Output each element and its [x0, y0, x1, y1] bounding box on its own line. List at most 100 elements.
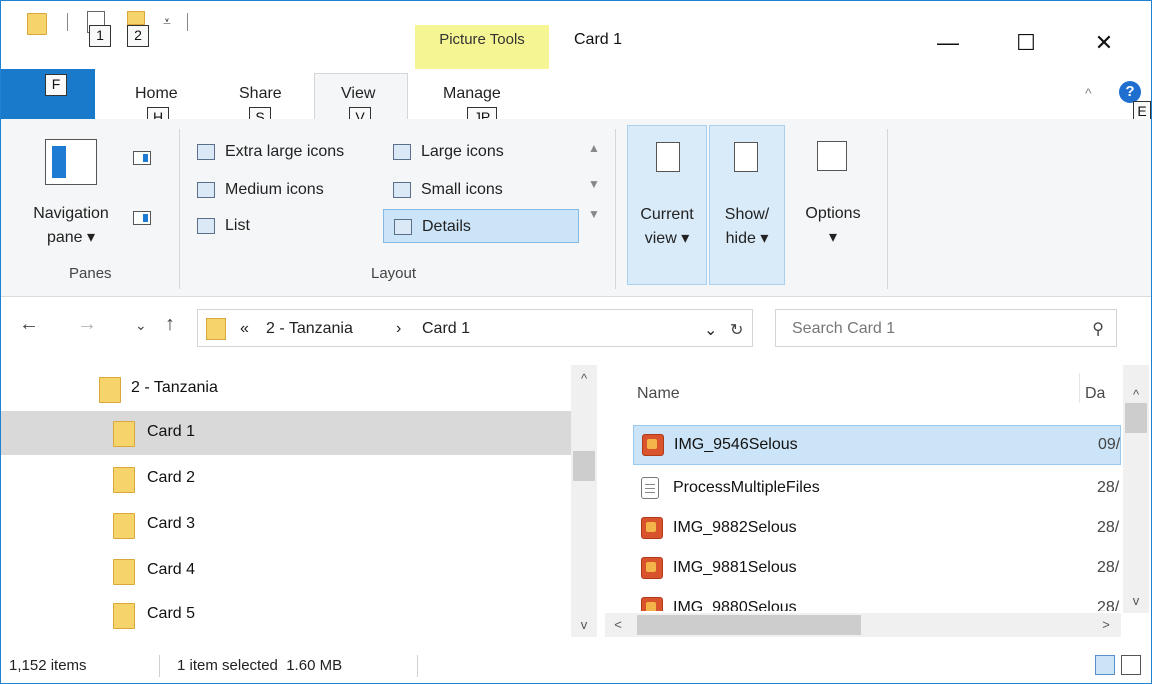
divider — [187, 13, 188, 31]
column-header-name[interactable]: Name — [637, 385, 680, 403]
close-button[interactable]: ✕ — [1081, 25, 1127, 61]
title-bar: 1 2 ⩡ Picture Tools Card 1 — ☐ ✕ — [1, 1, 1151, 69]
options-label[interactable]: Options — [791, 205, 875, 223]
up-arrow-icon[interactable]: ↑ — [165, 313, 175, 336]
scrollbar-thumb[interactable] — [573, 451, 595, 481]
back-arrow-icon[interactable]: ← — [19, 313, 39, 336]
collapse-ribbon-icon[interactable]: ^ — [1085, 85, 1092, 101]
chevron-up-icon[interactable]: ▲ — [583, 141, 605, 155]
tab-view[interactable]: View — [341, 85, 375, 103]
layout-group-label: Layout — [371, 265, 417, 282]
document-file-icon — [641, 477, 659, 499]
navigation-pane-icon[interactable] — [45, 139, 97, 185]
file-row[interactable]: IMG_9882Selous 28/ — [633, 509, 1121, 549]
folder-icon[interactable] — [27, 13, 47, 35]
breadcrumb-card-1[interactable]: Card 1 — [422, 320, 470, 338]
refresh-icon[interactable]: ↻ — [730, 320, 743, 340]
layout-list[interactable]: List — [187, 209, 383, 243]
tab-manage[interactable]: Manage — [443, 85, 501, 103]
folder-icon — [113, 421, 135, 447]
divider — [159, 655, 160, 677]
customize-toolbar-icon[interactable]: ⩡ — [163, 13, 171, 30]
address-bar[interactable]: « 2 - Tanzania › Card 1 ⌄ ↻ — [197, 309, 753, 347]
options-label-2[interactable]: ▾ — [791, 227, 875, 247]
current-view-label: Current — [640, 206, 694, 223]
tree-item-card-5[interactable]: Card 5 — [1, 593, 571, 637]
recent-locations-icon[interactable]: ⌄ — [135, 317, 147, 334]
layout-item-label: Medium icons — [225, 181, 324, 198]
folder-icon — [113, 467, 135, 493]
search-input[interactable]: Search Card 1 — [792, 320, 895, 338]
tree-item-card-1[interactable]: Card 1 — [1, 411, 571, 455]
layout-medium-icons[interactable]: Medium icons — [187, 173, 383, 207]
file-row[interactable]: ProcessMultipleFiles 28/ — [633, 469, 1121, 509]
tree-item-2-tanzania[interactable]: 2 - Tanzania — [1, 367, 571, 411]
file-list-scrollbar[interactable]: ^ v — [1123, 365, 1149, 613]
large-icons-view-icon[interactable] — [1121, 655, 1141, 675]
tree-item-label: Card 2 — [147, 469, 196, 486]
navigation-pane-label-2[interactable]: pane ▾ — [23, 227, 119, 247]
tab-home[interactable]: Home — [135, 85, 178, 103]
layout-item-label: Small icons — [421, 181, 503, 198]
file-row[interactable]: IMG_9546Selous 09/ — [633, 425, 1121, 465]
breadcrumb-overflow[interactable]: « — [240, 320, 249, 338]
maximize-button[interactable]: ☐ — [1003, 25, 1049, 61]
file-date: 28/ — [1097, 479, 1120, 496]
tab-share[interactable]: Share — [239, 85, 282, 103]
preview-pane-icon[interactable] — [133, 151, 151, 165]
panes-group-label: Panes — [69, 265, 112, 282]
scroll-up-icon[interactable]: ^ — [1123, 387, 1149, 402]
details-pane-icon[interactable] — [133, 211, 151, 225]
keytip-1: 1 — [89, 25, 111, 47]
column-header-date[interactable]: Da — [1085, 385, 1105, 403]
file-row[interactable]: IMG_9881Selous 28/ — [633, 549, 1121, 589]
scroll-up-icon[interactable]: ^ — [571, 371, 597, 386]
tree-item-card-4[interactable]: Card 4 — [1, 549, 571, 593]
file-list-hscrollbar[interactable]: < > — [605, 613, 1121, 637]
navigation-pane: 2 - Tanzania Card 1 Card 2 Card 3 Card 4… — [1, 365, 601, 637]
tree-item-card-3[interactable]: Card 3 — [1, 503, 571, 547]
current-view-button[interactable]: Current view ▾ — [627, 125, 707, 285]
navigation-pane-label[interactable]: Navigation — [23, 205, 119, 223]
large-icons-icon — [393, 144, 411, 160]
help-icon[interactable]: ? — [1119, 81, 1141, 103]
image-file-icon — [642, 434, 664, 456]
breadcrumb-2-tanzania[interactable]: 2 - Tanzania — [266, 320, 353, 338]
scroll-left-icon[interactable]: < — [605, 617, 631, 632]
new-folder-icon[interactable] — [127, 11, 145, 25]
file-row[interactable]: IMG_9880Selous 28/ — [633, 589, 1121, 611]
tab-file[interactable]: F — [1, 69, 95, 119]
navigation-scrollbar[interactable]: ^ v — [571, 365, 597, 637]
show-hide-button[interactable]: Show/ hide ▾ — [709, 125, 785, 285]
scroll-down-icon[interactable]: v — [1123, 593, 1149, 608]
scroll-down-icon[interactable]: v — [571, 617, 597, 632]
tree-item-card-2[interactable]: Card 2 — [1, 457, 571, 501]
image-file-icon — [641, 597, 663, 611]
search-icon[interactable]: ⚲ — [1092, 319, 1104, 339]
file-date: 28/ — [1097, 599, 1120, 611]
image-file-icon — [641, 557, 663, 579]
file-date: 09/ — [1098, 436, 1121, 453]
layout-item-label: List — [225, 217, 250, 234]
column-divider — [1079, 373, 1080, 403]
file-name: ProcessMultipleFiles — [673, 479, 820, 496]
layout-large-icons[interactable]: Large icons — [383, 135, 579, 169]
file-date: 28/ — [1097, 519, 1120, 536]
layout-gallery-scroll[interactable]: ▲ ▼ ▼ — [583, 135, 605, 245]
scrollbar-thumb[interactable] — [637, 615, 861, 635]
folder-icon — [206, 318, 226, 340]
details-view-icon[interactable] — [1095, 655, 1115, 675]
chevron-down-icon[interactable]: ▼ — [583, 177, 605, 191]
layout-extra-large-icons[interactable]: Extra large icons — [187, 135, 383, 169]
forward-arrow-icon[interactable]: → — [77, 313, 97, 336]
layout-small-icons[interactable]: Small icons — [383, 173, 579, 207]
breadcrumb-separator[interactable]: › — [396, 320, 401, 338]
address-dropdown-icon[interactable]: ⌄ — [704, 320, 717, 340]
scrollbar-thumb[interactable] — [1125, 403, 1147, 433]
gallery-more-icon[interactable]: ▼ — [583, 207, 605, 221]
minimize-button[interactable]: — — [925, 25, 971, 61]
search-box[interactable]: Search Card 1 ⚲ — [775, 309, 1117, 347]
options-icon[interactable] — [817, 141, 847, 171]
layout-details[interactable]: Details — [383, 209, 579, 243]
scroll-right-icon[interactable]: > — [1093, 617, 1119, 632]
